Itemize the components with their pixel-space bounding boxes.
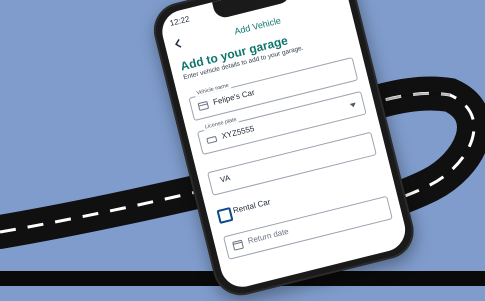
state-value: VA xyxy=(219,173,232,185)
return-date-placeholder: Return date xyxy=(246,226,290,246)
page-title: Add Vehicle xyxy=(233,15,282,37)
calendar-icon xyxy=(232,239,244,251)
rental-car-checkbox[interactable] xyxy=(216,206,234,224)
plate-icon xyxy=(206,136,218,144)
card-icon xyxy=(197,101,209,111)
back-arrow-icon[interactable] xyxy=(172,36,187,51)
illustration: 12:22 Add Vehicle Add to your garage Ent… xyxy=(0,0,485,301)
chevron-down-icon[interactable] xyxy=(348,100,358,110)
license-plate-value: XYZ5555 xyxy=(220,123,256,141)
status-time: 12:22 xyxy=(168,13,191,28)
rental-car-label: Rental Car xyxy=(232,197,272,216)
